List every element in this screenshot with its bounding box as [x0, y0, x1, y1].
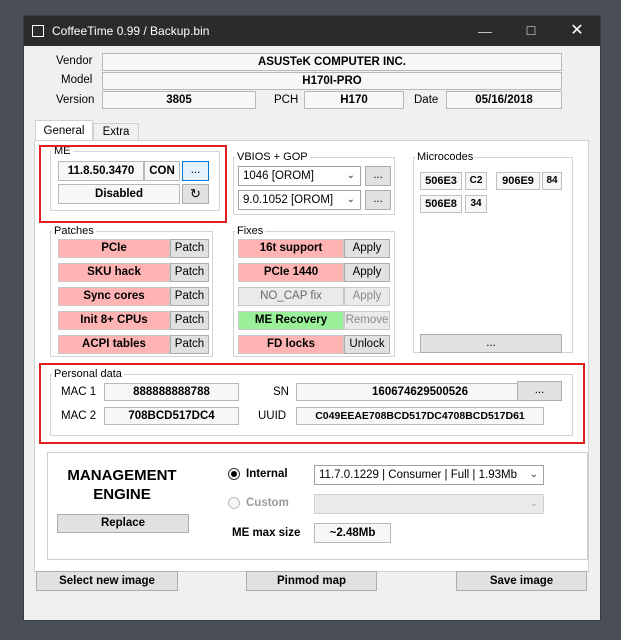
fix-16t-support: 16t support	[238, 239, 344, 258]
radio-dot	[231, 471, 237, 477]
fix-me-recovery-button[interactable]: Remove	[344, 311, 390, 330]
patch-sync-cores-button[interactable]: Patch	[170, 287, 209, 306]
app-icon	[32, 25, 44, 37]
model-field: H170I-PRO	[102, 72, 562, 90]
microcode-cpuid: 506E3	[420, 172, 462, 190]
internal-radio[interactable]	[228, 468, 240, 480]
vbios-select[interactable]: 1046 [OROM] ⌄	[238, 166, 361, 186]
minimize-button[interactable]: —	[462, 16, 508, 46]
tab-general[interactable]: General	[35, 120, 93, 141]
engine-title: MANAGEMENT ENGINE	[57, 466, 187, 504]
select-new-image-button[interactable]: Select new image	[36, 571, 178, 591]
date-label: Date	[414, 94, 439, 106]
patch-sku-hack: SKU hack	[58, 263, 170, 282]
patch-sync-cores: Sync cores	[58, 287, 170, 306]
custom-select[interactable]: ⌄	[314, 494, 544, 514]
patch-pcie: PCIe	[58, 239, 170, 258]
patch-acpi-tables: ACPI tables	[58, 335, 170, 354]
microcodes-label: Microcodes	[415, 151, 476, 163]
microcodes-more-button[interactable]: ...	[420, 334, 562, 353]
close-button[interactable]: ✕	[554, 16, 600, 46]
microcode-cpuid: 506E8	[420, 195, 462, 213]
patch-init-cpus: Init 8+ CPUs	[58, 311, 170, 330]
microcode-version: 84	[542, 172, 562, 190]
fix-pcie-1440: PCIe 1440	[238, 263, 344, 282]
patches-label: Patches	[52, 225, 96, 237]
pinmod-map-button[interactable]: Pinmod map	[246, 571, 377, 591]
fix-no-cap: NO_CAP fix	[238, 287, 344, 306]
fix-16t-support-button[interactable]: Apply	[344, 239, 390, 258]
personal-highlight	[39, 363, 585, 444]
me-max-size-label: ME max size	[232, 527, 301, 539]
chevron-down-icon: ⌄	[346, 194, 355, 205]
vbios-value: 1046 [OROM]	[243, 170, 314, 182]
chevron-down-icon: ⌄	[529, 498, 538, 509]
microcode-version: 34	[465, 195, 487, 213]
model-label: Model	[61, 74, 93, 86]
pch-label: PCH	[274, 94, 299, 106]
fix-fd-locks: FD locks	[238, 335, 344, 354]
gop-value: 9.0.1052 [OROM]	[243, 194, 334, 206]
engine-title-line1: MANAGEMENT	[67, 467, 177, 484]
microcode-cpuid: 906E9	[496, 172, 540, 190]
gop-more-button[interactable]: ...	[365, 190, 391, 210]
app-window: CoffeeTime 0.99 / Backup.bin — ☐ ✕ Vendo…	[24, 16, 600, 620]
fix-me-recovery: ME Recovery	[238, 311, 344, 330]
me-highlight	[39, 145, 227, 223]
patch-sku-hack-button[interactable]: Patch	[170, 263, 209, 282]
date-field: 05/16/2018	[446, 91, 562, 109]
maximize-button[interactable]: ☐	[508, 16, 554, 46]
chevron-down-icon: ⌄	[346, 170, 355, 181]
gop-select[interactable]: 9.0.1052 [OROM] ⌄	[238, 190, 361, 210]
microcode-version: C2	[465, 172, 487, 190]
save-image-button[interactable]: Save image	[456, 571, 587, 591]
internal-label: Internal	[246, 468, 288, 480]
engine-title-line2: ENGINE	[93, 486, 151, 503]
chevron-down-icon: ⌄	[529, 469, 538, 480]
fix-pcie-1440-button[interactable]: Apply	[344, 263, 390, 282]
internal-value: 11.7.0.1229 | Consumer | Full | 1.93Mb	[319, 469, 517, 481]
custom-label: Custom	[246, 497, 289, 509]
me-max-size-field: ~2.48Mb	[314, 523, 391, 543]
tab-extra[interactable]: Extra	[93, 123, 139, 141]
patch-init-cpus-button[interactable]: Patch	[170, 311, 209, 330]
fix-no-cap-button[interactable]: Apply	[344, 287, 390, 306]
title-bar: CoffeeTime 0.99 / Backup.bin — ☐ ✕	[24, 16, 600, 46]
internal-select[interactable]: 11.7.0.1229 | Consumer | Full | 1.93Mb ⌄	[314, 465, 544, 485]
version-label: Version	[56, 94, 95, 106]
vendor-label: Vendor	[56, 55, 93, 67]
version-field: 3805	[102, 91, 256, 109]
vendor-field: ASUSTeK COMPUTER INC.	[102, 53, 562, 71]
vbios-group-label: VBIOS + GOP	[235, 151, 310, 163]
pch-field: H170	[304, 91, 404, 109]
fix-fd-locks-button[interactable]: Unlock	[344, 335, 390, 354]
window-title: CoffeeTime 0.99 / Backup.bin	[52, 24, 210, 38]
patch-acpi-tables-button[interactable]: Patch	[170, 335, 209, 354]
replace-button[interactable]: Replace	[57, 514, 189, 533]
fixes-label: Fixes	[235, 225, 266, 237]
custom-radio[interactable]	[228, 497, 240, 509]
vbios-more-button[interactable]: ...	[365, 166, 391, 186]
patch-pcie-button[interactable]: Patch	[170, 239, 209, 258]
